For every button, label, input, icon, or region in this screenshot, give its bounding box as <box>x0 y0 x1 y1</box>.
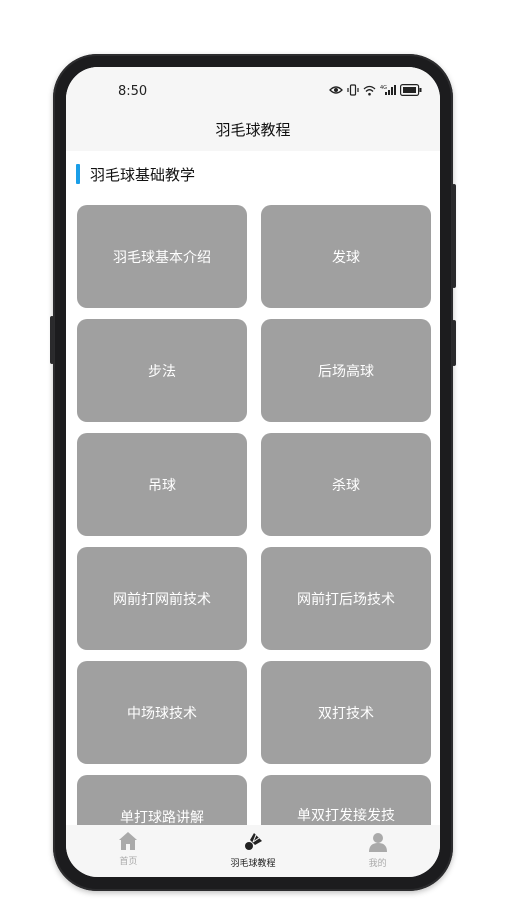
lesson-card-label: 单打球路讲解 <box>120 810 204 826</box>
battery-icon <box>400 84 422 96</box>
status-icons: 4G <box>329 83 422 97</box>
tab-profile-label: 我的 <box>368 859 387 869</box>
lesson-card-label: 单双打发接发技 <box>297 808 395 824</box>
shuttlecock-icon <box>245 833 262 850</box>
status-time: 8:50 <box>118 84 148 99</box>
app-screen: 8:50 4G 羽毛球教程 羽毛球基础教学 羽毛球基本介绍 发球 步法 后场高球… <box>66 67 440 877</box>
lesson-grid: 羽毛球基本介绍 发球 步法 后场高球 吊球 杀球 网前打网前技术 网前打后场技术… <box>77 205 431 877</box>
section-header: 羽毛球基础教学 <box>76 162 195 186</box>
lesson-card-serve[interactable]: 发球 <box>261 205 431 308</box>
bottom-tab-bar: 首页 羽毛球教程 我的 <box>66 825 440 877</box>
phone-side-button-right-top <box>452 184 456 288</box>
lesson-card-label: 吊球 <box>148 477 176 494</box>
lesson-card-midcourt[interactable]: 中场球技术 <box>77 661 247 764</box>
app-header: 羽毛球教程 <box>66 107 440 151</box>
section-accent-bar <box>76 164 80 184</box>
svg-text:4G: 4G <box>380 85 387 91</box>
user-icon <box>368 833 387 852</box>
tab-tutorial-label: 羽毛球教程 <box>230 859 276 869</box>
page-title: 羽毛球教程 <box>215 120 291 139</box>
phone-side-button-left <box>50 316 54 364</box>
eye-icon <box>329 86 343 94</box>
tab-home[interactable]: 首页 <box>66 825 191 877</box>
section-title: 羽毛球基础教学 <box>90 165 196 184</box>
tab-tutorial[interactable]: 羽毛球教程 <box>191 825 316 877</box>
lesson-card-label: 网前打后场技术 <box>297 591 395 608</box>
vibrate-icon <box>347 84 359 96</box>
wifi-icon <box>363 85 376 95</box>
lesson-card-intro[interactable]: 羽毛球基本介绍 <box>77 205 247 308</box>
lesson-card-label: 步法 <box>148 363 176 380</box>
lesson-card-clear[interactable]: 后场高球 <box>261 319 431 422</box>
lesson-card-footwork[interactable]: 步法 <box>77 319 247 422</box>
lesson-card-smash[interactable]: 杀球 <box>261 433 431 536</box>
home-icon <box>119 832 138 850</box>
lesson-card-drop[interactable]: 吊球 <box>77 433 247 536</box>
tab-home-label: 首页 <box>119 857 138 867</box>
lesson-card-label: 羽毛球基本介绍 <box>113 249 211 266</box>
lesson-card-label: 双打技术 <box>318 705 374 722</box>
lesson-card-net-to-net[interactable]: 网前打网前技术 <box>77 547 247 650</box>
lesson-card-doubles[interactable]: 双打技术 <box>261 661 431 764</box>
cellular-signal-icon: 4G <box>380 85 396 95</box>
lesson-card-label: 后场高球 <box>318 363 374 380</box>
lesson-card-label: 发球 <box>332 249 360 266</box>
phone-side-button-right-bottom <box>452 320 456 366</box>
lesson-card-label: 网前打网前技术 <box>113 591 211 608</box>
lesson-card-net-to-back[interactable]: 网前打后场技术 <box>261 547 431 650</box>
lesson-card-label: 杀球 <box>332 477 360 494</box>
lesson-card-label: 中场球技术 <box>127 705 197 722</box>
tab-profile[interactable]: 我的 <box>315 825 440 877</box>
